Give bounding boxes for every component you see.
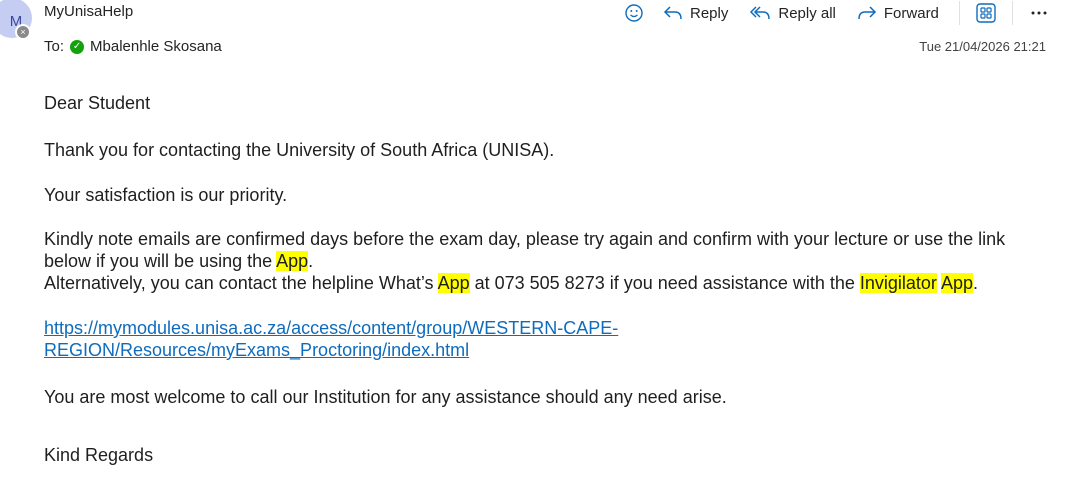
emoji-icon [625, 4, 643, 22]
highlighted-word: App [437, 273, 470, 293]
presence-blocked-icon: × [15, 24, 31, 40]
check-icon: ✓ [70, 39, 85, 54]
body-paragraph: Kindly note emails are confirmed days be… [44, 228, 1054, 294]
apps-button[interactable] [975, 2, 997, 24]
body-paragraph: Thank you for contacting the University … [44, 140, 555, 160]
toolbar-divider [958, 1, 960, 25]
more-icon [1031, 11, 1047, 15]
closing: Kind Regards [44, 445, 154, 465]
reply-icon [663, 6, 682, 20]
link-paragraph: https://mymodules.unisa.ac.za/access/con… [44, 317, 1054, 361]
recipient-name[interactable]: Mbalenhle Skosana [90, 38, 222, 55]
link-line: https://mymodules.unisa.ac.za/access/con… [44, 318, 619, 338]
reply-all-icon [750, 6, 771, 20]
more-actions-button[interactable] [1029, 3, 1049, 23]
message-body: Dear Student Thank you for contacting th… [44, 92, 1054, 466]
text-run: at 073 505 8273 if you need assistance w… [469, 273, 860, 293]
highlighted-word: App [276, 251, 309, 271]
text-run: Kindly note emails are confirmed days be… [44, 229, 1006, 271]
body-paragraph: You are most welcome to call our Institu… [44, 387, 727, 407]
to-label: To: [44, 38, 65, 55]
timestamp: Tue 21/04/2026 21:21 [919, 39, 1046, 54]
recipients-row: To: ✓ Mbalenhle Skosana [44, 38, 222, 55]
sender-name[interactable]: MyUnisaHelp [44, 3, 133, 20]
text-run: . [972, 273, 978, 293]
message-toolbar: Reply Reply all Forward [620, 0, 1049, 26]
text-run: . [308, 251, 314, 271]
forward-label: Forward [883, 4, 939, 22]
proctoring-link[interactable]: https://mymodules.unisa.ac.za/access/con… [44, 318, 618, 360]
reply-all-label: Reply all [778, 4, 836, 22]
text-run: Alternatively, you can contact the helpl… [44, 273, 438, 293]
link-line: REGION/Resources/myExams_Proctoring/inde… [44, 340, 470, 360]
greeting: Dear Student [44, 93, 151, 113]
apps-icon [976, 3, 996, 23]
body-paragraph: Your satisfaction is our priority. [44, 185, 288, 205]
reply-all-button[interactable]: Reply all [748, 4, 836, 22]
reply-label: Reply [690, 4, 729, 22]
toolbar-divider [1011, 1, 1013, 25]
forward-icon [858, 6, 876, 20]
reply-button[interactable]: Reply [662, 4, 728, 22]
highlighted-word: Invigilator [859, 273, 937, 293]
highlighted-word: App [940, 273, 973, 293]
emoji-button[interactable] [624, 3, 644, 23]
forward-button[interactable]: Forward [856, 4, 939, 22]
